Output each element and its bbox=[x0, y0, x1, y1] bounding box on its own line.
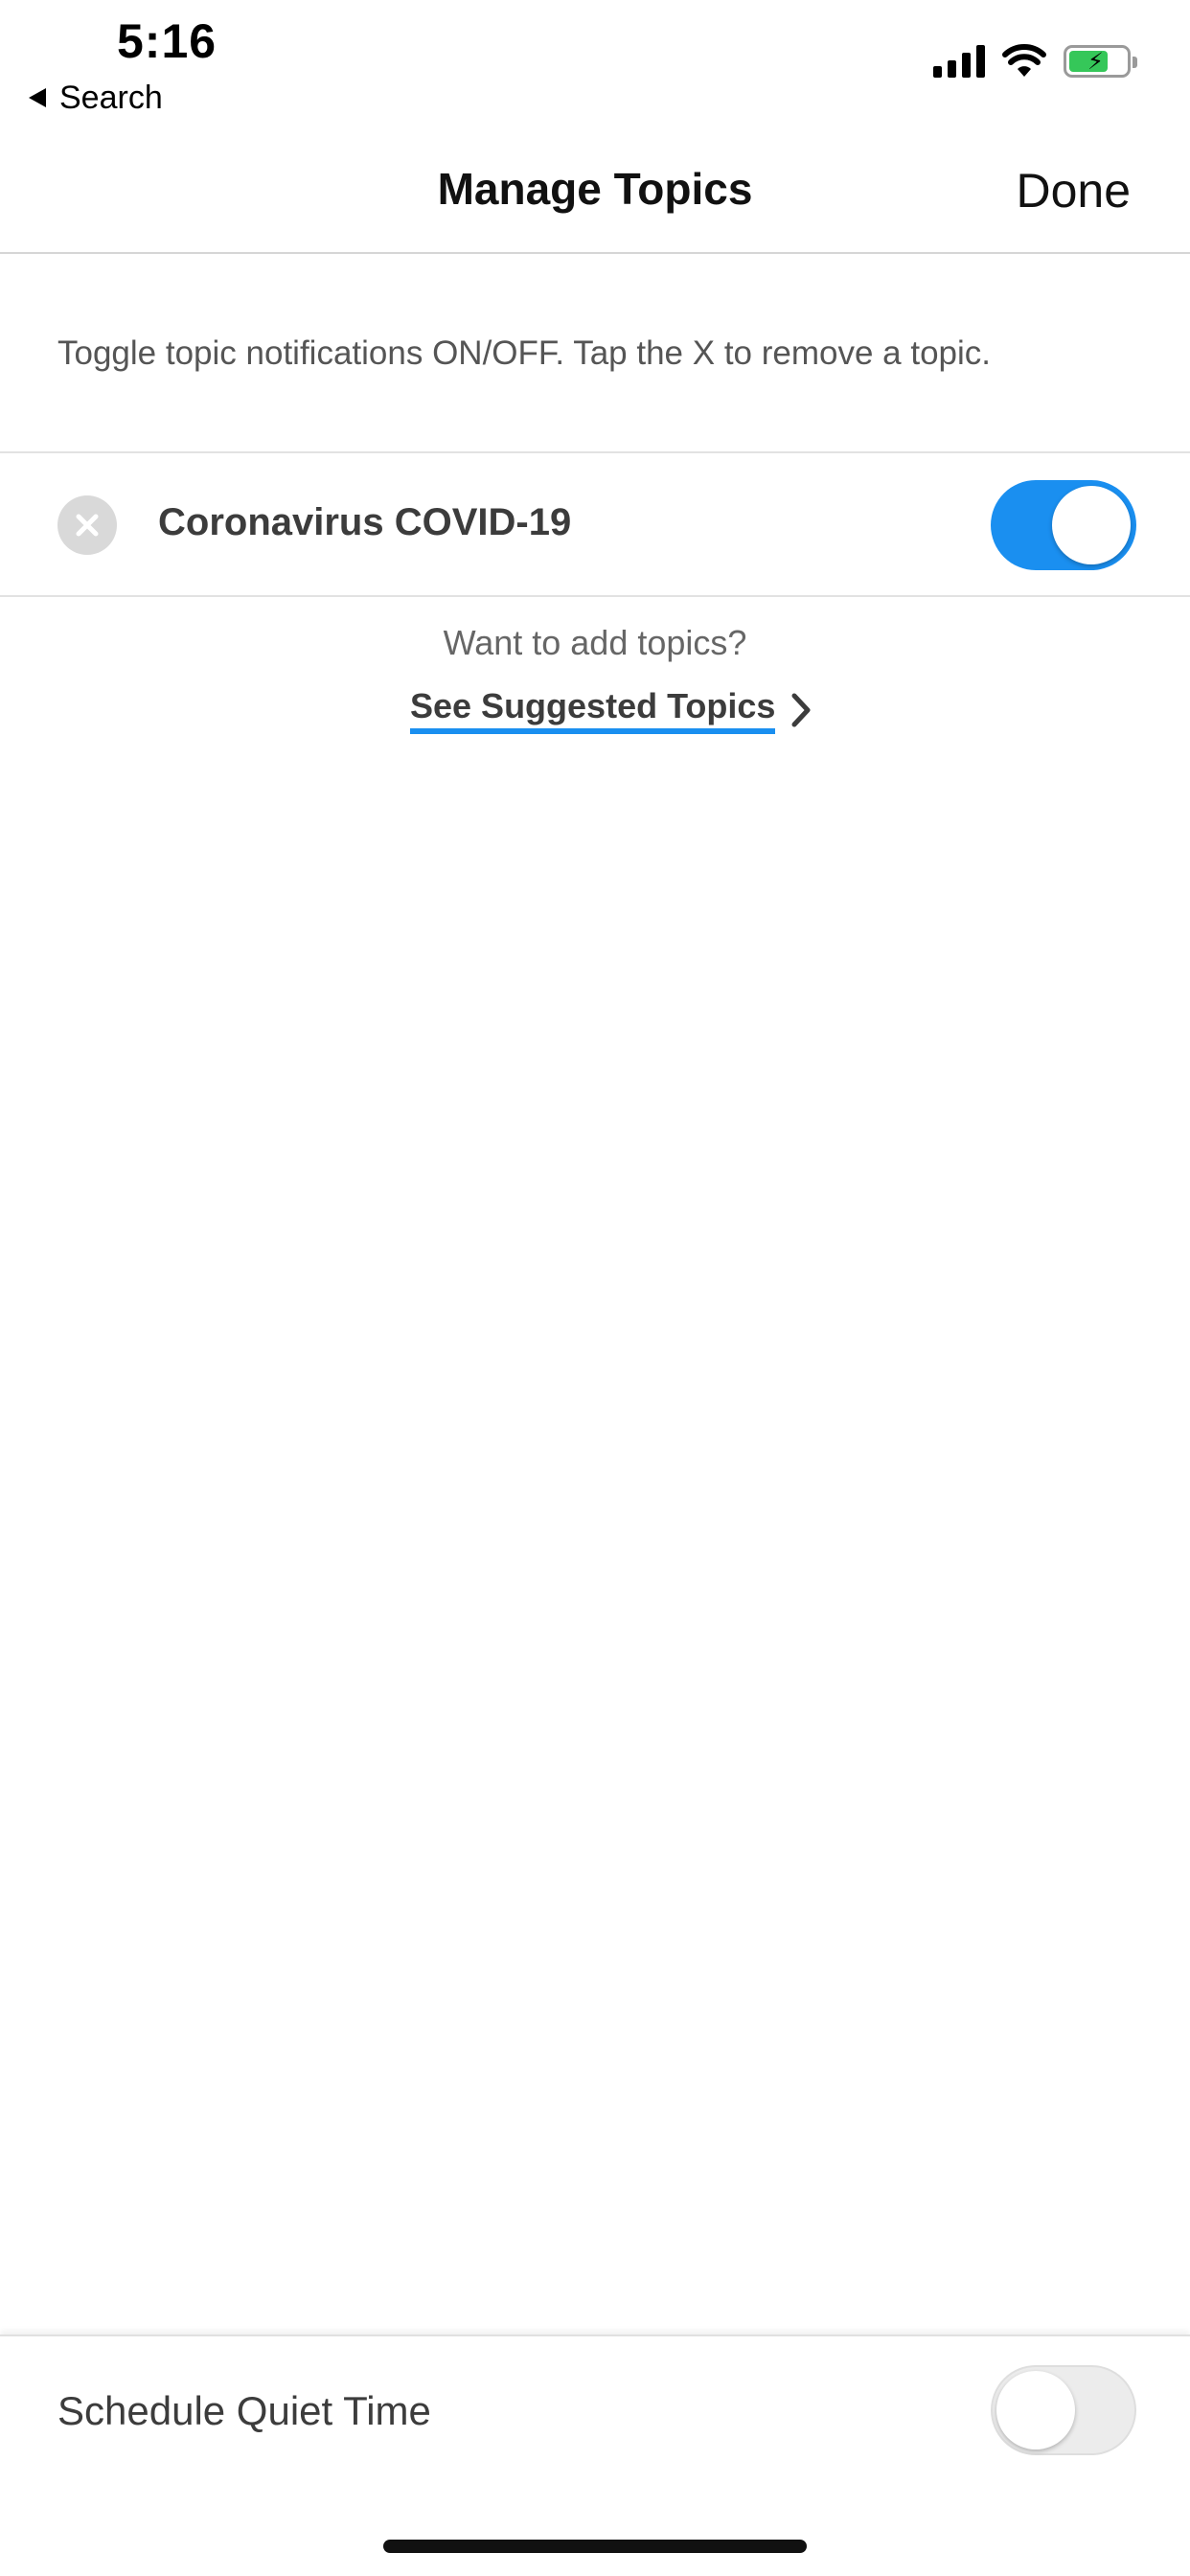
status-time: 5:16 bbox=[117, 14, 217, 68]
topic-row: Coronavirus COVID-19 bbox=[0, 453, 1190, 597]
navigation-bar: Manage Topics Done bbox=[0, 134, 1190, 254]
battery-icon: ⚡ bbox=[1064, 45, 1137, 78]
see-suggested-topics-link[interactable]: See Suggested Topics bbox=[410, 686, 812, 734]
wifi-icon bbox=[1002, 44, 1046, 77]
suggested-topics-label: See Suggested Topics bbox=[410, 686, 776, 734]
topic-name: Coronavirus COVID-19 bbox=[158, 501, 572, 543]
back-to-search-button[interactable]: Search bbox=[29, 77, 163, 119]
instructions-section: Toggle topic notifications ON/OFF. Tap t… bbox=[0, 254, 1190, 453]
toggle-knob bbox=[996, 2371, 1075, 2450]
quiet-time-label: Schedule Quiet Time bbox=[57, 2388, 431, 2433]
status-icons: ⚡ bbox=[933, 44, 1137, 79]
add-topics-prompt: Want to add topics? bbox=[443, 623, 747, 662]
remove-topic-button[interactable] bbox=[57, 495, 117, 555]
cellular-signal-icon bbox=[933, 45, 985, 78]
charging-bolt-icon: ⚡ bbox=[1087, 49, 1104, 75]
status-bar: 5:16 Search ⚡ bbox=[0, 0, 1190, 134]
page-title: Manage Topics bbox=[437, 164, 753, 214]
close-icon bbox=[76, 514, 99, 537]
home-indicator[interactable] bbox=[383, 2540, 807, 2553]
quiet-time-bar: Schedule Quiet Time bbox=[0, 2334, 1190, 2576]
topic-notification-toggle[interactable] bbox=[991, 480, 1136, 570]
toggle-knob bbox=[1052, 486, 1131, 564]
back-triangle-icon bbox=[29, 88, 46, 107]
manage-topics-screen: 5:16 Search ⚡ Manage Topics Done Toggle … bbox=[0, 0, 1190, 2576]
quiet-time-toggle[interactable] bbox=[991, 2365, 1136, 2455]
back-label: Search bbox=[59, 79, 163, 116]
instructions-text: Toggle topic notifications ON/OFF. Tap t… bbox=[57, 334, 992, 372]
chevron-right-icon bbox=[791, 693, 811, 727]
done-button[interactable]: Done bbox=[1016, 163, 1131, 218]
